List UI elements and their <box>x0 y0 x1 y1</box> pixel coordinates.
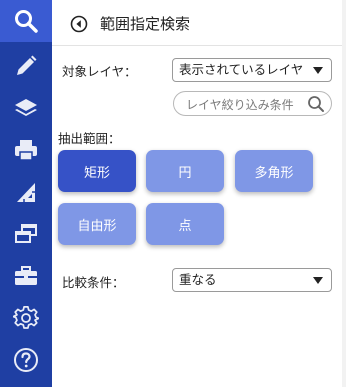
sidebar-item-windows[interactable] <box>0 213 52 255</box>
freehand-button[interactable]: 自由形 <box>58 203 136 245</box>
chevron-down-icon <box>313 277 323 284</box>
sidebar <box>0 0 52 387</box>
polygon-button[interactable]: 多角形 <box>235 150 313 192</box>
layer-filter-input[interactable]: レイヤ絞り込み条件 <box>173 91 332 116</box>
layer-filter-placeholder: レイヤ絞り込み条件 <box>186 98 294 112</box>
sidebar-item-search[interactable] <box>0 0 52 42</box>
printer-icon <box>15 140 37 161</box>
compare-label: 比較条件： <box>62 275 125 290</box>
search-icon <box>15 10 38 33</box>
pencil-icon <box>17 55 37 75</box>
target-layer-value: 表示されているレイヤ <box>179 62 304 77</box>
back-arrow-icon[interactable] <box>70 15 88 33</box>
panel-border <box>342 0 346 387</box>
toolbox-icon <box>15 266 37 285</box>
search-icon[interactable] <box>307 95 325 113</box>
compare-select[interactable]: 重なる <box>172 268 332 292</box>
sidebar-item-print[interactable] <box>0 129 52 171</box>
target-layer-select[interactable]: 表示されているレイヤ <box>172 58 332 82</box>
help-icon <box>14 348 38 372</box>
compare-value: 重なる <box>179 272 217 287</box>
sidebar-item-help[interactable] <box>0 339 52 381</box>
chevron-down-icon <box>313 67 323 74</box>
extract-range-label: 抽出範囲： <box>58 131 121 146</box>
circle-button[interactable]: 円 <box>146 150 224 192</box>
rectangle-button[interactable]: 矩形 <box>58 150 136 192</box>
sidebar-item-tools[interactable] <box>0 255 52 297</box>
sidebar-item-settings[interactable] <box>0 297 52 339</box>
panel-header: 範囲指定検索 <box>52 0 342 46</box>
windows-icon <box>15 224 37 243</box>
target-layer-label: 対象レイヤ： <box>62 64 137 79</box>
sidebar-item-measure[interactable] <box>0 171 52 213</box>
sidebar-item-layers[interactable] <box>0 87 52 129</box>
point-button[interactable]: 点 <box>146 203 224 245</box>
gear-icon <box>13 306 39 329</box>
measure-icon <box>17 183 35 202</box>
page-title: 範囲指定検索 <box>100 15 191 33</box>
search-panel: 範囲指定検索 対象レイヤ： 表示されているレイヤ レイヤ絞り込み条件 抽出範囲：… <box>52 0 342 387</box>
layers-icon <box>15 99 37 116</box>
sidebar-item-draw[interactable] <box>0 45 52 87</box>
